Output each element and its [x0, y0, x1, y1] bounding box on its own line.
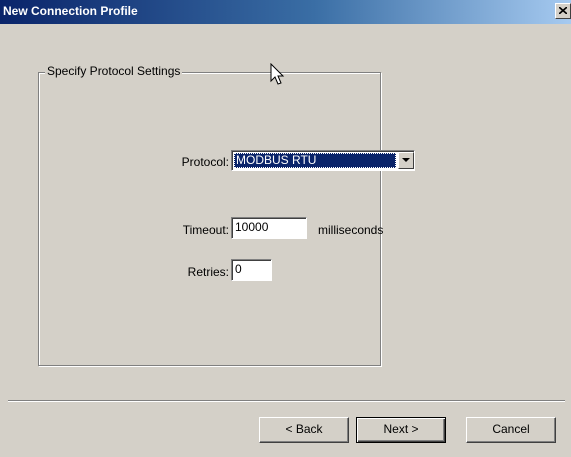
chevron-down-icon	[402, 158, 410, 162]
timeout-input[interactable]: 10000	[231, 217, 307, 239]
retries-input[interactable]: 0	[231, 259, 272, 281]
retries-label: Retries:	[187, 265, 229, 279]
mouse-pointer-icon	[270, 63, 285, 85]
group-label: Specify Protocol Settings	[45, 64, 183, 78]
timeout-unit: milliseconds	[318, 223, 384, 237]
button-separator	[8, 400, 565, 402]
protocol-selected-value: MODBUS RTU	[234, 153, 396, 168]
dialog-window: New Connection Profile Specify Protocol …	[0, 0, 571, 457]
close-button[interactable]	[555, 3, 571, 19]
title-bar[interactable]: New Connection Profile	[0, 0, 571, 24]
close-icon	[559, 7, 567, 14]
protocol-label: Protocol:	[181, 155, 229, 169]
timeout-label: Timeout:	[182, 223, 229, 237]
protocol-settings-group	[38, 72, 381, 366]
window-title: New Connection Profile	[3, 4, 138, 18]
next-button[interactable]: Next >	[356, 417, 446, 443]
protocol-select[interactable]: MODBUS RTU	[231, 150, 415, 171]
protocol-dropdown-button[interactable]	[398, 152, 414, 169]
cancel-button[interactable]: Cancel	[466, 417, 556, 443]
back-button[interactable]: < Back	[259, 417, 349, 443]
